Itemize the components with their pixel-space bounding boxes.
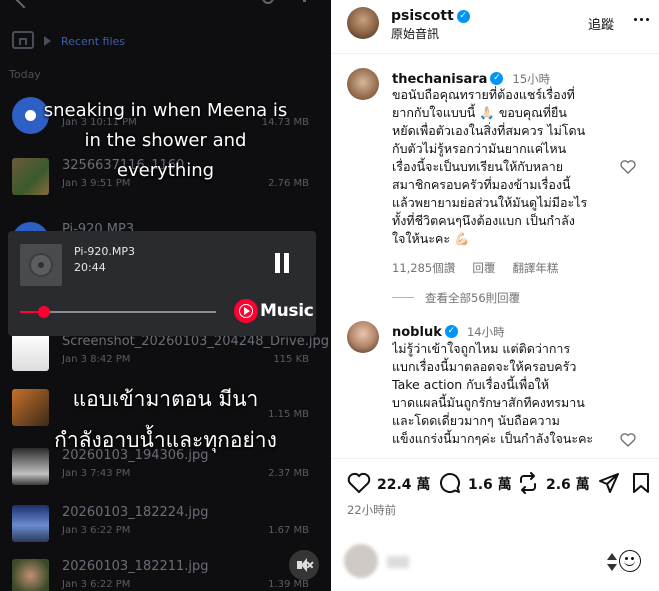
comment-likes[interactable]: 11,285個讚 — [392, 261, 455, 275]
comment-line: Take action กับเรื่องนี้เพื่อให้ — [392, 377, 550, 392]
comment-line: หยัดเพื่อตัวเองในสิ่งที่สมควร ไม่โดน — [392, 123, 586, 138]
comment-line: ทั้งที่ชีวิตคนๆนึงต้องแบก เป็นกำลัง — [392, 213, 575, 228]
emoji-icon[interactable] — [619, 550, 641, 572]
comments-panel: psiscott ✓ 原始音訊 追蹤 thechanisara ✓ 15小時 ขอน… — [331, 0, 659, 591]
comment-line: ใจให้นะคะ 💪🏻 — [392, 231, 470, 246]
breadcrumb[interactable]: Recent files — [61, 35, 125, 48]
file-name: 20260103_182224.jpg — [62, 505, 209, 520]
music-brand: Music — [260, 301, 314, 321]
more-icon[interactable] — [303, 0, 306, 2]
repost-count[interactable]: 2.6 萬 — [546, 474, 590, 494]
comment-line: เรื่องนี้จะเป็นบทเรียนให้กับหลาย — [392, 159, 564, 174]
view-replies-button[interactable]: 查看全部56則回覆 — [425, 290, 520, 306]
audio-label[interactable]: 原始音訊 — [391, 25, 439, 42]
comment-header: thechanisara ✓ 15小時 — [392, 68, 550, 87]
comment-header: nobluk ✓ 14小時 — [392, 321, 505, 340]
file-row[interactable]: 20260103_182211.jpg Jan 3 6:22 PM 1.39 MB — [0, 555, 331, 591]
comment-line: แล้วพยายามย่อส่วนให้มันดูไม่มีอะไร — [392, 195, 588, 210]
search-icon[interactable] — [262, 0, 274, 4]
comment-text: ขอนับถือคุณทรายที่ต้องแชร์เรื่องที่ยากกั… — [392, 86, 632, 248]
caption-english-3: everything — [116, 160, 215, 181]
youtube-music-logo-icon — [234, 299, 258, 323]
like-comment-icon[interactable] — [620, 432, 636, 447]
comment-time: 15小時 — [512, 72, 551, 86]
more-options-icon[interactable] — [634, 18, 650, 22]
comment-username[interactable]: nobluk — [392, 325, 442, 340]
caption-english-2: in the shower and — [84, 130, 247, 151]
track-time: 20:44 — [74, 261, 106, 274]
file-size: 1.67 MB — [268, 525, 309, 536]
comment-line: และโดดเดี่ยวมากๆ นับถือความ — [392, 413, 560, 428]
comment-line: ไม่รู้ว่าเข้าใจถูกไหม แต่ติดว่าการ — [392, 341, 571, 356]
pause-icon[interactable] — [273, 253, 291, 273]
comment-input[interactable] — [387, 556, 409, 568]
replies-line — [392, 297, 414, 298]
comment-avatar[interactable] — [347, 68, 379, 100]
comment-actions: 11,285個讚 回覆 翻譯年糕 — [392, 257, 558, 276]
breadcrumb-arrow-icon — [44, 36, 51, 46]
comment-count[interactable]: 1.6 萬 — [468, 474, 512, 494]
author-name[interactable]: psiscott — [391, 8, 454, 24]
caption-thai-1: แอบเข้ามาตอน มีนา — [72, 387, 259, 411]
follow-button[interactable]: 追蹤 — [588, 14, 614, 33]
home-folder-icon[interactable] — [12, 31, 34, 49]
file-size: 2.37 MB — [268, 468, 309, 479]
comment-line: บาดแผลนี้มันถูกรักษาสักทีคงทรมาน — [392, 395, 585, 410]
comment-time: 14小時 — [466, 325, 505, 339]
comment-line: สมาชิกครอบครัวที่มองข้ามเรื่องนี้ — [392, 177, 571, 192]
translate-button[interactable]: 翻譯年糕 — [512, 261, 558, 275]
comment-text: ไม่รู้ว่าเข้าใจถูกไหม แต่ติดว่าการแบกเรื… — [392, 340, 632, 457]
share-icon[interactable] — [598, 472, 620, 494]
back-arrow-icon[interactable] — [15, 0, 33, 9]
file-name: Screenshot_20260103_204248_Drive.jpg — [62, 334, 329, 349]
comment-avatar[interactable] — [347, 321, 379, 353]
video-panel: Recent files Today Jan 3 10:11 PM 14.73 M… — [0, 0, 331, 591]
reply-button[interactable]: 回覆 — [472, 261, 495, 275]
like-icon[interactable] — [347, 472, 371, 494]
file-row[interactable]: Screenshot_20260103_204248_Drive.jpg Jan … — [0, 330, 331, 382]
verified-badge-icon: ✓ — [444, 325, 458, 338]
section-header: Today — [9, 68, 41, 81]
author-username[interactable]: psiscott ✓ — [391, 8, 470, 24]
verified-badge-icon: ✓ — [490, 72, 504, 85]
actions-divider — [331, 458, 659, 459]
sort-arrows-icon[interactable] — [607, 551, 617, 573]
verified-badge-icon: ✓ — [456, 9, 470, 23]
file-date: Jan 3 8:42 PM — [62, 354, 131, 365]
file-date: Jan 3 6:22 PM — [62, 579, 131, 590]
file-row[interactable]: 20260103_182224.jpg Jan 3 6:22 PM 1.67 MB — [0, 501, 331, 553]
comment-line: แข็งแกร่งนี้มากๆค่ะ เป็นกำลังใจนะคะ — [392, 431, 594, 446]
caption-thai-2: กำลังอาบน้ำและทุกอย่าง — [54, 428, 277, 452]
photo-thumbnail — [12, 559, 49, 591]
repost-icon[interactable] — [517, 472, 539, 494]
music-player[interactable]: Pi-920.MP3 20:44 Music — [8, 231, 316, 336]
file-type-icon — [12, 334, 49, 371]
track-title: Pi-920.MP3 — [74, 245, 136, 258]
comment-icon[interactable] — [439, 472, 461, 494]
header-divider — [331, 53, 659, 54]
file-size: 1.39 MB — [268, 579, 309, 590]
comment-username[interactable]: thechanisara — [392, 72, 487, 87]
comment-line: ขอนับถือคุณทรายที่ต้องแชร์เรื่องที่ — [392, 87, 575, 102]
file-date: Jan 3 6:22 PM — [62, 525, 131, 536]
caption-english-1: sneaking in when Meena is — [43, 100, 288, 121]
save-icon[interactable] — [632, 472, 650, 494]
like-comment-icon[interactable] — [620, 159, 636, 174]
album-art — [20, 244, 62, 286]
progress-knob[interactable] — [37, 306, 50, 318]
file-name: 20260103_182211.jpg — [62, 559, 209, 574]
photo-thumbnail — [12, 505, 49, 542]
author-avatar[interactable] — [347, 7, 379, 39]
like-count[interactable]: 22.4 萬 — [377, 474, 430, 494]
comment-line: ยากกับใจแบบนี้ 🙏🏻 ขอบคุณที่ยืน — [392, 105, 567, 120]
volume-mute-icon[interactable] — [289, 550, 319, 580]
comment-line: กับตัวไม่รู้หรอกว่ามันยากแค่ไหน — [392, 141, 567, 156]
posted-time: 22小時前 — [347, 503, 397, 517]
file-date: Jan 3 7:43 PM — [62, 468, 131, 479]
current-user-avatar[interactable] — [344, 544, 378, 578]
file-size: 115 KB — [273, 354, 309, 365]
comment-line: แบกเรื่องนี้มาตลอดจะให้ครอบครัว — [392, 359, 577, 374]
